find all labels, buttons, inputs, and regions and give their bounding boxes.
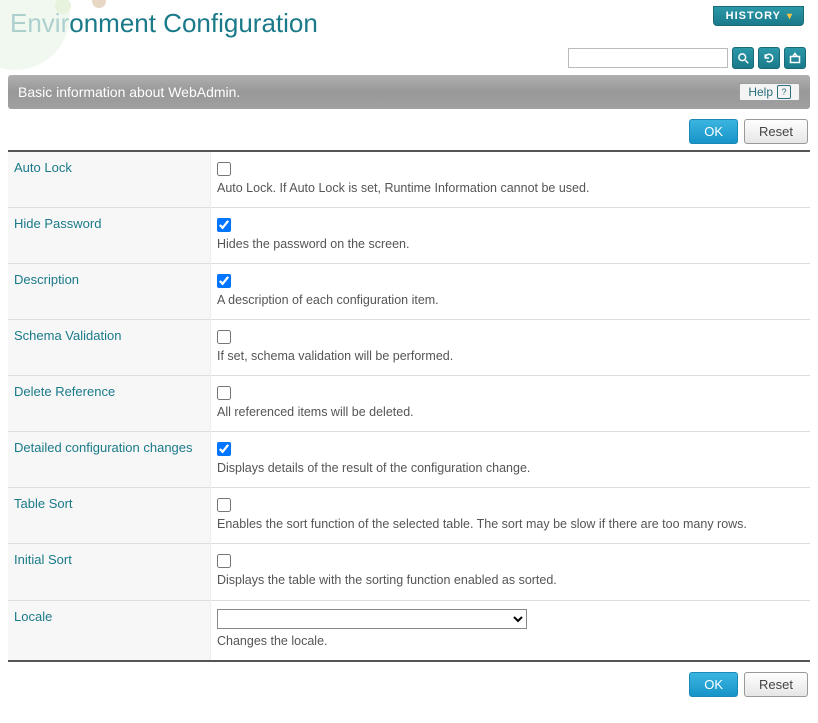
row-label: Auto Lock — [8, 151, 211, 208]
table-row: Schema Validation If set, schema validati… — [8, 320, 810, 376]
table-row: Auto Lock Auto Lock. If Auto Lock is set,… — [8, 151, 810, 208]
refresh-icon — [763, 52, 775, 64]
row-checkbox[interactable] — [217, 162, 231, 176]
row-description: Changes the locale. — [217, 633, 804, 651]
row-value-cell: Changes the locale. — [211, 600, 811, 661]
row-value-cell: Auto Lock. If Auto Lock is set, Runtime … — [211, 151, 811, 208]
row-value-cell: A description of each configuration item… — [211, 264, 811, 320]
row-label: Description — [8, 264, 211, 320]
ok-button[interactable]: OK — [689, 119, 738, 144]
row-label: Table Sort — [8, 488, 211, 544]
table-row: Description A description of each configu… — [8, 264, 810, 320]
row-label: Hide Password — [8, 208, 211, 264]
table-row: Delete Reference All referenced items wil… — [8, 376, 810, 432]
banner-text: Basic information about WebAdmin. — [18, 84, 240, 100]
row-checkbox[interactable] — [217, 274, 231, 288]
row-checkbox[interactable] — [217, 218, 231, 232]
row-description: Hides the password on the screen. — [217, 236, 804, 254]
help-label: Help — [748, 85, 773, 99]
row-value-cell: All referenced items will be deleted. — [211, 376, 811, 432]
page-title: Environment Configuration — [10, 8, 318, 39]
help-icon: ? — [777, 85, 791, 99]
locale-select[interactable] — [217, 609, 527, 629]
row-label: Schema Validation — [8, 320, 211, 376]
history-label: HISTORY — [726, 10, 781, 22]
config-table: Auto Lock Auto Lock. If Auto Lock is set,… — [8, 150, 810, 662]
row-description: All referenced items will be deleted. — [217, 404, 804, 422]
row-description: Auto Lock. If Auto Lock is set, Runtime … — [217, 180, 804, 198]
row-checkbox[interactable] — [217, 498, 231, 512]
row-description: A description of each configuration item… — [217, 292, 804, 310]
button-row-bottom: OK Reset — [8, 672, 808, 697]
export-icon — [789, 52, 801, 64]
row-checkbox[interactable] — [217, 330, 231, 344]
table-row: Detailed configuration changes Displays d… — [8, 432, 810, 488]
row-label: Delete Reference — [8, 376, 211, 432]
search-input[interactable] — [568, 48, 728, 68]
row-checkbox[interactable] — [217, 442, 231, 456]
table-row: Initial Sort Displays the table with the … — [8, 544, 810, 600]
row-label: Initial Sort — [8, 544, 211, 600]
row-value-cell: If set, schema validation will be perfor… — [211, 320, 811, 376]
row-checkbox[interactable] — [217, 554, 231, 568]
row-description: Enables the sort function of the selecte… — [217, 516, 804, 534]
search-icon — [737, 52, 749, 64]
row-description: If set, schema validation will be perfor… — [217, 348, 804, 366]
banner: Basic information about WebAdmin. Help ? — [8, 75, 810, 109]
button-row-top: OK Reset — [8, 119, 808, 144]
row-description: Displays the table with the sorting func… — [217, 572, 804, 590]
search-button[interactable] — [732, 47, 754, 69]
row-value-cell: Hides the password on the screen. — [211, 208, 811, 264]
row-checkbox[interactable] — [217, 386, 231, 400]
reset-button[interactable]: Reset — [744, 672, 808, 697]
row-value-cell: Displays details of the result of the co… — [211, 432, 811, 488]
row-value-cell: Displays the table with the sorting func… — [211, 544, 811, 600]
table-row: Locale Changes the locale. — [8, 600, 810, 661]
history-button[interactable]: HISTORY ▾ — [713, 6, 804, 26]
row-description: Displays details of the result of the co… — [217, 460, 804, 478]
table-row: Hide Password Hides the password on the s… — [8, 208, 810, 264]
row-label: Locale — [8, 600, 211, 661]
table-row: Table Sort Enables the sort function of t… — [8, 488, 810, 544]
export-button[interactable] — [784, 47, 806, 69]
reset-button[interactable]: Reset — [744, 119, 808, 144]
row-label: Detailed configuration changes — [8, 432, 211, 488]
help-button[interactable]: Help ? — [739, 83, 800, 101]
refresh-button[interactable] — [758, 47, 780, 69]
row-value-cell: Enables the sort function of the selecte… — [211, 488, 811, 544]
ok-button[interactable]: OK — [689, 672, 738, 697]
chevron-down-icon: ▾ — [787, 11, 793, 22]
